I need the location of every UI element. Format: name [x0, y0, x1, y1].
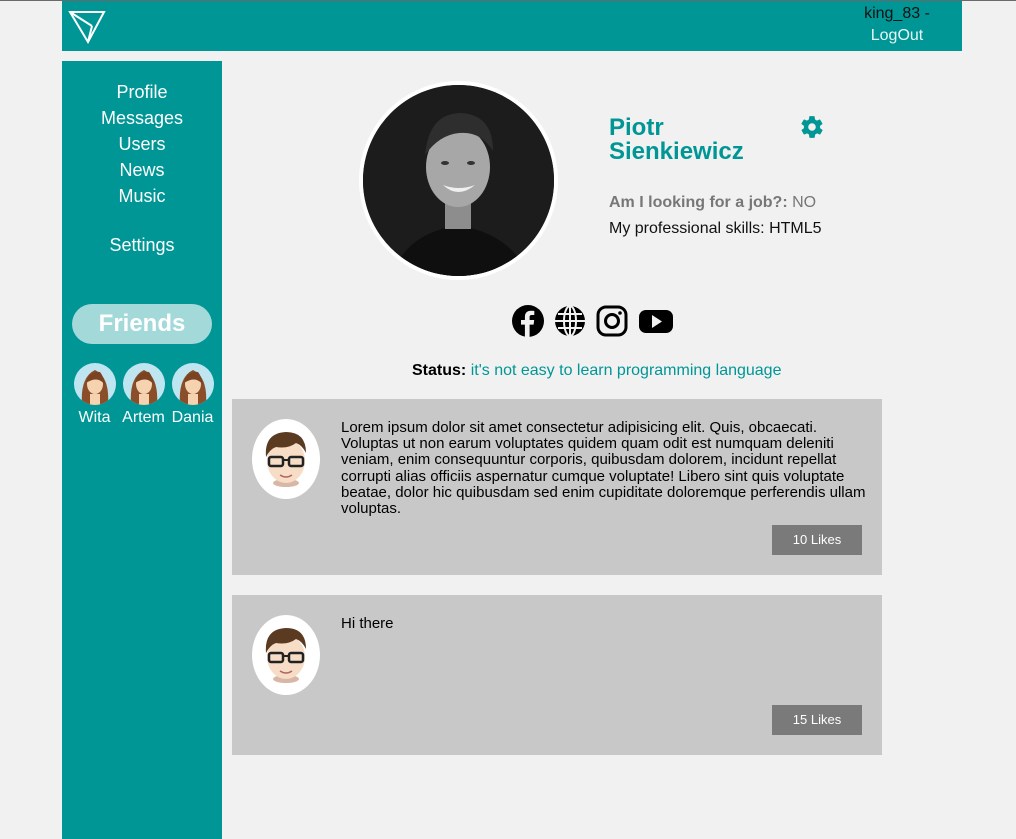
- skills-value: HTML5: [769, 220, 822, 237]
- globe-icon[interactable]: [554, 305, 586, 337]
- status-line: Status: it's not easy to learn programmi…: [412, 362, 781, 380]
- friend-item[interactable]: Wita: [70, 363, 119, 428]
- sidebar-item-settings[interactable]: Settings: [62, 232, 222, 258]
- job-status: Am I looking for a job?: NO: [609, 194, 816, 212]
- status-label: Status:: [412, 362, 467, 379]
- friend-avatar: [122, 363, 165, 405]
- likes-button[interactable]: 15 Likes: [772, 705, 862, 735]
- username: king_83 -: [864, 5, 930, 22]
- man-portrait-icon: [363, 85, 554, 276]
- friend-avatar: [171, 363, 214, 405]
- skills: My professional skills: HTML5: [609, 220, 822, 238]
- friend-item[interactable]: Artem: [119, 363, 168, 428]
- man-glasses-avatar-icon: [265, 432, 306, 487]
- sidebar: Profile Messages Users News Music Settin…: [62, 61, 222, 839]
- sidebar-item-messages[interactable]: Messages: [62, 105, 222, 131]
- sidebar-item-news[interactable]: News: [62, 157, 222, 183]
- likes-button[interactable]: 10 Likes: [772, 525, 862, 555]
- sidebar-nav: Profile Messages Users News Music Settin…: [62, 79, 222, 258]
- friend-avatar: [73, 363, 116, 405]
- last-name: Sienkiewicz: [609, 138, 744, 165]
- woman-avatar-icon: [130, 370, 157, 405]
- friend-name: Wita: [78, 409, 111, 426]
- sidebar-item-music[interactable]: Music: [62, 183, 222, 209]
- man-glasses-avatar-icon: [265, 628, 306, 683]
- status-text[interactable]: it's not easy to learn programming langu…: [471, 362, 782, 379]
- sidebar-item-profile[interactable]: Profile: [62, 79, 222, 105]
- login-block: king_83 - LogOut: [852, 3, 942, 47]
- friend-name: Dania: [171, 409, 214, 426]
- facebook-icon[interactable]: [512, 305, 544, 337]
- sidebar-item-users[interactable]: Users: [62, 131, 222, 157]
- header-bar: king_83 - LogOut: [62, 1, 962, 51]
- friend-name: Artem: [122, 409, 165, 426]
- friends-list: Wita Artem Dania: [70, 363, 220, 428]
- post-avatar: [252, 615, 320, 695]
- social-links: [512, 305, 674, 337]
- youtube-icon[interactable]: [638, 305, 674, 337]
- post-card: Hi there 15 Likes: [232, 595, 882, 755]
- friends-title: Friends: [72, 304, 212, 344]
- logo-icon[interactable]: [68, 8, 106, 44]
- woman-avatar-icon: [81, 370, 108, 405]
- job-value: NO: [792, 194, 817, 211]
- instagram-icon[interactable]: [596, 305, 628, 337]
- post-card: Lorem ipsum dolor sit amet consectetur a…: [232, 399, 882, 575]
- woman-avatar-icon: [179, 370, 206, 405]
- gear-icon[interactable]: [799, 114, 825, 140]
- profile-photo: [359, 81, 558, 280]
- first-name: Piotr: [609, 114, 664, 141]
- post-text: Hi there: [341, 615, 394, 632]
- job-label: Am I looking for a job?:: [609, 194, 788, 211]
- post-avatar: [252, 419, 320, 499]
- logout-link[interactable]: LogOut: [852, 25, 942, 47]
- post-text: Lorem ipsum dolor sit amet consectetur a…: [341, 419, 866, 518]
- friend-item[interactable]: Dania: [168, 363, 217, 428]
- skills-label: My professional skills:: [609, 220, 765, 237]
- profile-name: Piotr Sienkiewicz: [609, 116, 789, 164]
